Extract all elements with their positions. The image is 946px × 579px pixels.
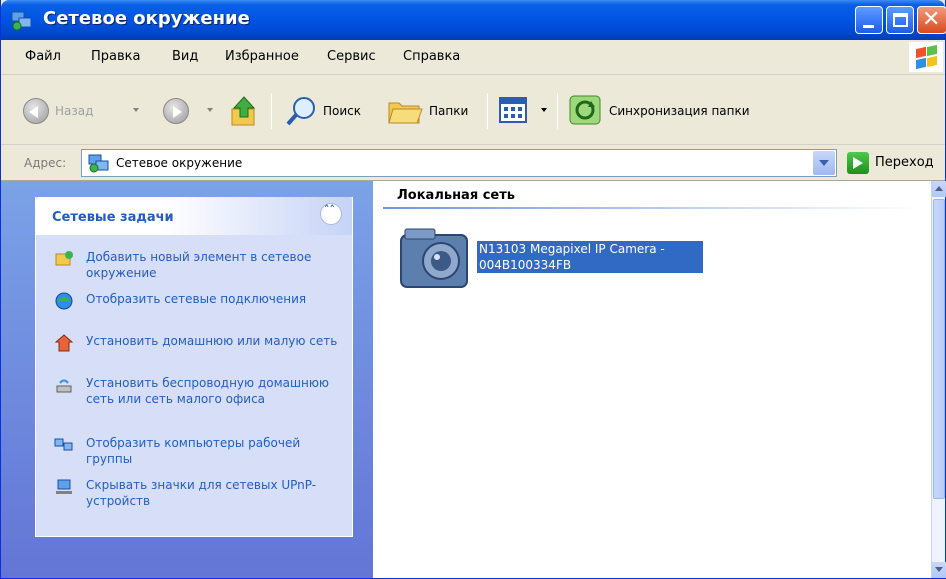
wireless-network-icon bbox=[56, 379, 72, 393]
minimize-icon bbox=[863, 25, 874, 28]
task-label: Отобразить сетевые подключения bbox=[86, 292, 307, 306]
network-connections-icon bbox=[55, 292, 73, 310]
forward-dropdown-icon[interactable] bbox=[207, 108, 213, 112]
group-header: Локальная сеть bbox=[397, 188, 515, 203]
explorer-window: Сетевое окружение ✕ Файл Правка Вид Избр… bbox=[0, 0, 946, 579]
ip-camera-icon bbox=[400, 228, 468, 288]
back-button-label[interactable]: Назад bbox=[55, 104, 93, 118]
task-label: Отобразить компьютеры рабочей группы bbox=[86, 436, 301, 466]
views-icon[interactable] bbox=[499, 97, 527, 123]
task-pane: Сетевые задачи ˄˄ Добавить новый элемент… bbox=[1, 181, 373, 578]
title-bar[interactable]: Сетевое окружение ✕ bbox=[1, 0, 946, 40]
collapse-button[interactable]: ˄˄ bbox=[320, 203, 342, 225]
network-device-item[interactable]: N13103 Megapixel IP Camera - 004B100334F… bbox=[397, 225, 707, 295]
close-icon: ✕ bbox=[922, 7, 941, 32]
scroll-up-button[interactable] bbox=[932, 181, 946, 197]
chevron-up-icon: ˄˄ bbox=[324, 203, 335, 216]
network-tasks-panel: Сетевые задачи ˄˄ Добавить новый элемент… bbox=[35, 197, 353, 537]
network-tasks-title: Сетевые задачи bbox=[52, 210, 174, 225]
task-label: Добавить новый элемент в сетевое окружен… bbox=[86, 250, 312, 280]
task-label: Установить домашнюю или малую сеть bbox=[86, 334, 338, 348]
back-dropdown-icon[interactable] bbox=[133, 108, 139, 112]
close-button[interactable]: ✕ bbox=[917, 6, 946, 34]
group-divider bbox=[383, 207, 923, 209]
sync-icon[interactable] bbox=[569, 95, 601, 125]
toolbar-separator bbox=[271, 93, 272, 129]
maximize-icon bbox=[893, 13, 908, 27]
forward-arrow-icon[interactable] bbox=[163, 98, 189, 124]
content-area[interactable]: Локальная сеть N13103 Megapixel IP Camer… bbox=[373, 181, 931, 578]
add-network-place-icon bbox=[55, 251, 73, 266]
menu-favorites[interactable]: Избранное bbox=[225, 49, 299, 64]
maximize-button[interactable] bbox=[886, 6, 914, 34]
folders-icon[interactable] bbox=[387, 97, 423, 125]
sync-button-label[interactable]: Синхронизация папки bbox=[609, 104, 750, 118]
folders-button-label[interactable]: Папки bbox=[429, 104, 468, 118]
scroll-thumb[interactable] bbox=[933, 199, 945, 499]
address-input[interactable]: Сетевое окружение bbox=[81, 149, 837, 177]
menu-tools[interactable]: Сервис bbox=[327, 49, 376, 64]
menu-file[interactable]: Файл bbox=[25, 49, 61, 64]
network-places-icon bbox=[88, 154, 109, 173]
address-dropdown-button[interactable] bbox=[813, 151, 835, 175]
up-folder-icon[interactable] bbox=[229, 95, 259, 127]
minimize-button[interactable] bbox=[855, 6, 883, 34]
go-arrow-icon[interactable] bbox=[847, 152, 869, 174]
menu-view[interactable]: Вид bbox=[172, 49, 198, 64]
toolbar-separator bbox=[487, 93, 488, 129]
menu-edit[interactable]: Правка bbox=[91, 49, 140, 64]
toolbar: Назад Поиск Папки Синхронизация папки bbox=[1, 75, 945, 145]
address-bar: Адрес: Сетевое окружение Переход bbox=[1, 145, 945, 181]
views-dropdown-icon[interactable] bbox=[541, 108, 547, 112]
menu-bar: Файл Правка Вид Избранное Сервис Справка bbox=[1, 40, 945, 75]
vertical-scrollbar[interactable] bbox=[931, 181, 946, 578]
network-places-icon bbox=[11, 11, 32, 31]
task-label: Установить беспроводную домашнюю сеть ил… bbox=[86, 376, 330, 406]
go-button-label[interactable]: Переход bbox=[875, 155, 934, 170]
windows-logo-icon bbox=[909, 42, 943, 72]
window-title: Сетевое окружение bbox=[43, 8, 250, 29]
upnp-icon bbox=[56, 479, 72, 494]
back-arrow-icon[interactable] bbox=[23, 98, 49, 124]
address-label: Адрес: bbox=[24, 156, 67, 170]
network-tasks-header[interactable]: Сетевые задачи ˄˄ bbox=[36, 197, 352, 235]
address-value: Сетевое окружение bbox=[116, 156, 243, 170]
device-label: N13103 Megapixel IP Camera - 004B100334F… bbox=[477, 241, 703, 273]
scroll-down-button[interactable] bbox=[932, 562, 946, 578]
menu-help[interactable]: Справка bbox=[403, 49, 460, 64]
home-network-icon bbox=[54, 334, 74, 352]
toolbar-separator bbox=[557, 93, 558, 129]
task-label: Скрывать значки для сетевых UPnP-устройс… bbox=[86, 478, 317, 508]
search-icon[interactable] bbox=[285, 95, 319, 127]
workgroup-computers-icon bbox=[54, 438, 73, 451]
search-button-label[interactable]: Поиск bbox=[323, 104, 361, 118]
